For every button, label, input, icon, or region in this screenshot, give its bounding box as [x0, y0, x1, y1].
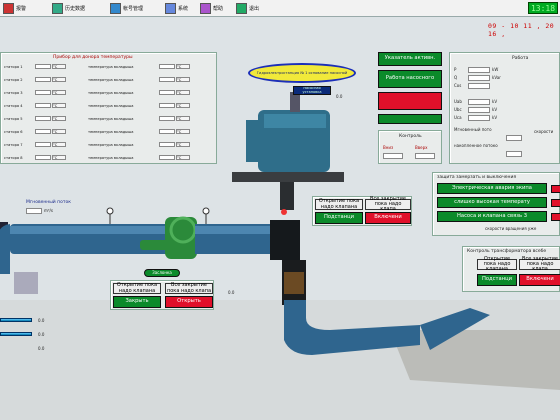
level-bar-1: [0, 318, 32, 322]
cos-field[interactable]: [468, 83, 490, 89]
left-valve-panel: Открытие пока надо клапана Все закрытие …: [110, 280, 214, 310]
temp-field[interactable]: [159, 142, 175, 147]
alarm-electric: Электрическая авария экипа: [437, 183, 547, 194]
temp-field[interactable]: [35, 64, 51, 69]
temp-field[interactable]: [159, 103, 175, 108]
temp-field[interactable]: [159, 77, 175, 82]
alarm-temperature: слишко высокая температу: [437, 197, 547, 208]
instant-flow-field[interactable]: [506, 135, 522, 141]
work-panel: Работа P Q Cos kW kVar Uab Ubc Uca kV kV…: [449, 52, 560, 164]
active-indicator: Указатель активн.: [378, 52, 442, 66]
alarm-red-2[interactable]: [551, 199, 560, 207]
temp-field[interactable]: [159, 129, 175, 134]
level-bar-2: [0, 332, 32, 336]
p-field[interactable]: [468, 67, 490, 73]
transformer-panel: Контроль трансформатора всебе Открытие п…: [462, 246, 560, 292]
mid-valve-panel: Открытие пока надо клапана Все закрытие …: [312, 196, 412, 226]
alarm-panel: защита замерзать и выключения Электричес…: [432, 172, 560, 236]
mid-close-state: Все закрытие пока надо клапа: [365, 196, 411, 212]
temp-field[interactable]: [35, 116, 51, 121]
station-banner: Гидроэлектростанция № 1 основание насосн…: [248, 63, 356, 83]
temperature-panel: Прибор для донора температуры статора 1 °…: [0, 52, 217, 164]
temp-row: статора 8 °C температура вкладыша °C: [4, 154, 190, 161]
tr-close-state: Все закрытие пока надо клапа: [519, 256, 560, 272]
temp-field[interactable]: [35, 129, 51, 134]
pipe-elbow: [270, 220, 300, 260]
temp-field[interactable]: [35, 90, 51, 95]
flow-label: Мгновенный поток: [26, 200, 71, 205]
temp-row: статора 6 °C температура вкладыша °C: [4, 128, 190, 135]
valve-tag: Заслонка: [144, 269, 180, 277]
temp-field[interactable]: [159, 155, 175, 160]
ubc-field[interactable]: [468, 107, 490, 113]
turbine-label-button[interactable]: Насосная установка: [293, 86, 331, 95]
control-up-field[interactable]: [415, 153, 435, 159]
alarm-pump-link: Насоса и клапана связь 3: [437, 211, 547, 222]
temp-field[interactable]: [159, 90, 175, 95]
temp-row: статора 2 °C температура вкладыша °C: [4, 76, 190, 83]
red-status-button[interactable]: [378, 92, 442, 110]
temp-row: статора 7 °C температура вкладыша °C: [4, 141, 190, 148]
mid-substation-button[interactable]: Подстанци: [315, 212, 363, 224]
temp-row: статора 5 °C температура вкладыша °C: [4, 115, 190, 122]
temp-field[interactable]: [159, 116, 175, 121]
temp-row: статора 4 °C температура вкладыша °C: [4, 102, 190, 109]
temperature-panel-title: Прибор для донора температуры: [53, 55, 133, 60]
temp-field[interactable]: [35, 103, 51, 108]
left-close-button[interactable]: Закрыть: [113, 296, 161, 308]
mid-open-state: Открытие пока надо клапана: [315, 199, 363, 210]
green-status-button[interactable]: [378, 114, 442, 124]
tr-open-state: Открытие пока надо клапана: [477, 256, 517, 272]
acc-flow-field[interactable]: [506, 151, 522, 157]
left-open-state: Открытие пока надо клапана: [113, 283, 161, 294]
temp-field[interactable]: [159, 64, 175, 69]
uab-field[interactable]: [468, 99, 490, 105]
q-field[interactable]: [468, 75, 490, 81]
temp-row: статора 1 °C температура вкладыша °C: [4, 63, 190, 70]
tr-on-button[interactable]: Включени: [519, 274, 560, 286]
temp-field[interactable]: [35, 142, 51, 147]
alarm-red-3[interactable]: [551, 213, 560, 221]
flow-field[interactable]: [26, 208, 42, 214]
temp-row: статора 3 °C температура вкладыша °C: [4, 89, 190, 96]
mid-on-button[interactable]: Включени: [365, 212, 411, 224]
alarm-red-1[interactable]: [551, 185, 560, 193]
control-down-field[interactable]: [383, 153, 403, 159]
tr-substation-button[interactable]: Подстанци: [477, 274, 517, 286]
pump-platform: [232, 172, 344, 182]
left-close-state: Все закрытие пока надо клапа: [165, 282, 213, 294]
control-panel: Контроль Вниз Вверх: [378, 130, 442, 164]
temp-field[interactable]: [35, 77, 51, 82]
pump-work-indicator: Работа насосного: [378, 70, 442, 88]
left-open-button[interactable]: Открыть: [165, 296, 213, 308]
uca-field[interactable]: [468, 115, 490, 121]
temp-field[interactable]: [35, 155, 51, 160]
